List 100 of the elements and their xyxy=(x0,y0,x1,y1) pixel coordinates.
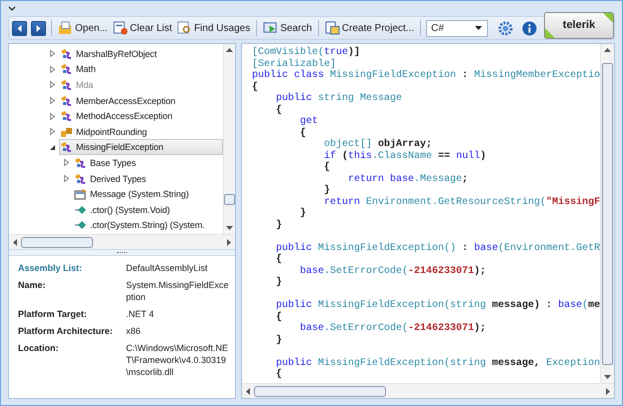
class-icon xyxy=(74,156,87,169)
right-arrow-icon[interactable] xyxy=(606,388,610,394)
tree-item[interactable]: .ctor(System.String) (System. xyxy=(73,217,223,234)
left-arrow-icon xyxy=(17,24,22,32)
back-button[interactable] xyxy=(12,20,27,36)
tree-item[interactable]: MethodAccessException xyxy=(59,108,223,124)
up-arrow-icon[interactable] xyxy=(604,48,611,52)
code-line: { xyxy=(323,162,332,174)
code-line: base.SetErrorCode(-2146233071); xyxy=(299,323,488,334)
field-value: C:\Windows\Microsoft.NET\Framework\v4.0.30319\mscorlib.dll xyxy=(126,342,229,378)
tree-item[interactable]: Base Types xyxy=(73,154,223,171)
code-line: { xyxy=(275,104,284,116)
play-icon xyxy=(263,21,278,35)
tree-item[interactable]: Derived Types xyxy=(73,170,223,187)
expand-icon[interactable] xyxy=(49,66,56,73)
field-label: Location: xyxy=(18,342,60,355)
property-icon xyxy=(74,188,87,200)
tree-item[interactable]: MidpointRounding xyxy=(59,124,223,140)
tree-item[interactable]: MemberAccessException xyxy=(59,92,223,109)
scroll-thumb[interactable] xyxy=(224,194,235,204)
code-line: [Serializable] xyxy=(252,58,338,70)
document-icon xyxy=(324,21,340,35)
code-line: { xyxy=(275,312,284,323)
code-line: } xyxy=(275,334,284,346)
scroll-thumb[interactable] xyxy=(602,62,613,364)
scroll-thumb[interactable] xyxy=(21,236,93,248)
code-line: if (this.ClassName == null) xyxy=(323,150,488,162)
info-icon[interactable] xyxy=(522,20,538,36)
chevron-icon[interactable] xyxy=(8,6,16,11)
code-line: public string Message xyxy=(275,93,404,104)
class-icon xyxy=(60,63,73,76)
collapse-icon[interactable] xyxy=(49,144,56,151)
scrollbar[interactable] xyxy=(9,234,235,249)
field-value: System.MissingFieldException xyxy=(126,279,229,303)
class-icon xyxy=(60,48,73,60)
logo-button[interactable]: telerik xyxy=(544,12,614,38)
expand-icon[interactable] xyxy=(49,128,56,136)
caret-icon xyxy=(475,26,482,30)
expand-icon[interactable] xyxy=(49,112,56,120)
expand-icon[interactable] xyxy=(63,175,70,182)
field-label: Name: xyxy=(18,279,47,292)
tree-item[interactable]: Message (System.String) xyxy=(73,186,223,202)
open-button[interactable]: Open... xyxy=(57,21,109,35)
field-label: Platform Architecture: xyxy=(18,325,114,337)
code-line: } xyxy=(275,277,284,288)
document-icon xyxy=(112,21,128,35)
tree-item[interactable]: MissingFieldException xyxy=(59,139,223,156)
code-line: { xyxy=(275,254,284,266)
splitter-handle[interactable] xyxy=(9,249,235,256)
class-icon xyxy=(74,172,87,185)
forward-button[interactable] xyxy=(31,20,46,36)
document-icon xyxy=(177,21,192,35)
method-icon xyxy=(74,219,87,232)
left-arrow-icon[interactable] xyxy=(13,238,17,246)
class-icon xyxy=(60,141,73,154)
class-icon xyxy=(60,110,73,122)
scroll-thumb[interactable] xyxy=(254,386,386,396)
field-value: .NET 4 xyxy=(126,308,155,320)
field-label: Platform Target: xyxy=(18,308,88,320)
tree-item[interactable]: Math xyxy=(59,61,223,78)
folder-icon xyxy=(58,21,73,35)
code-line: public MissingFieldException(string message, Exception xyxy=(275,358,600,368)
scrollbar[interactable] xyxy=(600,44,614,383)
project-button[interactable]: Create Project... xyxy=(324,21,416,35)
code-line: { xyxy=(275,369,284,380)
expand-icon[interactable] xyxy=(49,97,56,104)
code-line: return Environment.GetResourceString("MissingF xyxy=(323,196,600,208)
language-dropdown[interactable]: C# xyxy=(426,20,488,36)
code-line: { xyxy=(252,82,260,93)
code-line: return base.Message; xyxy=(347,174,470,185)
method-icon xyxy=(74,204,87,216)
code-line: base.SetErrorCode(-2146233071); xyxy=(299,266,488,277)
up-arrow-icon[interactable] xyxy=(226,48,233,52)
down-arrow-icon[interactable] xyxy=(226,226,233,230)
expand-icon[interactable] xyxy=(49,81,56,88)
class-icon xyxy=(60,78,73,91)
code-line: public class MissingFieldException : MissingMemberExceptio xyxy=(252,70,600,82)
enum-icon xyxy=(60,126,73,138)
right-arrow-icon xyxy=(36,24,41,32)
code-line: } xyxy=(299,208,308,220)
clear-button[interactable]: Clear List xyxy=(112,21,174,35)
left-arrow-icon[interactable] xyxy=(246,388,250,394)
down-arrow-icon[interactable] xyxy=(604,375,611,379)
code-line: object[] objArray; xyxy=(323,139,434,150)
right-arrow-icon[interactable] xyxy=(227,238,231,246)
scrollbar[interactable] xyxy=(223,44,235,234)
tree-item[interactable]: MarshalByRefObject xyxy=(59,46,223,62)
class-icon xyxy=(60,94,73,107)
tree-item[interactable]: .ctor() (System.Void) xyxy=(73,202,223,218)
expand-icon[interactable] xyxy=(49,50,56,58)
settings-icon[interactable] xyxy=(498,20,514,36)
scrollbar[interactable] xyxy=(242,383,614,398)
field-label: Assembly List: xyxy=(18,262,84,274)
code-line: } xyxy=(323,185,332,196)
usages-button[interactable]: Find Usages xyxy=(176,21,252,35)
code-line: { xyxy=(299,128,308,139)
expand-icon[interactable] xyxy=(63,159,70,166)
search-button[interactable]: Search xyxy=(262,21,313,35)
field-value: x86 xyxy=(126,325,142,337)
code-line: public MissingFieldException() : base(Environment.GetR xyxy=(275,242,600,254)
